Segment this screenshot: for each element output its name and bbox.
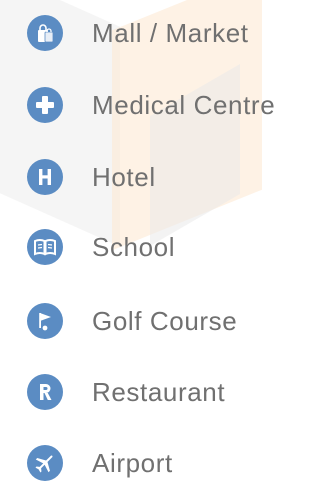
legend-item-label: Restaurant [92, 376, 226, 407]
legend-item-mall-market: Mall / Market [27, 13, 249, 53]
legend-item-school: School [27, 227, 175, 267]
plus-cross-icon [27, 87, 63, 123]
legend-item-medical-centre: Medical Centre [27, 85, 275, 125]
legend-canvas: Mall / Market Medical Centre Hotel Schoo… [0, 0, 326, 484]
legend-item-label: Mall / Market [92, 17, 249, 48]
hotel-h-icon [27, 159, 63, 195]
legend-item-restaurant: Restaurant [27, 372, 225, 412]
legend-item-label: Airport [92, 447, 173, 478]
legend-item-golf-course: Golf Course [27, 301, 237, 341]
legend-item-airport: Airport [27, 443, 173, 483]
shopping-bag-icon [27, 15, 63, 51]
restaurant-r-icon [27, 374, 63, 410]
legend-item-label: Medical Centre [92, 89, 276, 120]
legend-item-label: Hotel [92, 161, 156, 192]
legend-item-label: School [92, 231, 176, 262]
golf-flag-icon [27, 303, 63, 339]
open-book-icon [27, 229, 63, 265]
legend-item-label: Golf Course [92, 305, 238, 336]
legend-item-hotel: Hotel [27, 157, 156, 197]
amenities-legend: Mall / Market Medical Centre Hotel Schoo… [0, 0, 326, 484]
airplane-icon [27, 445, 63, 481]
